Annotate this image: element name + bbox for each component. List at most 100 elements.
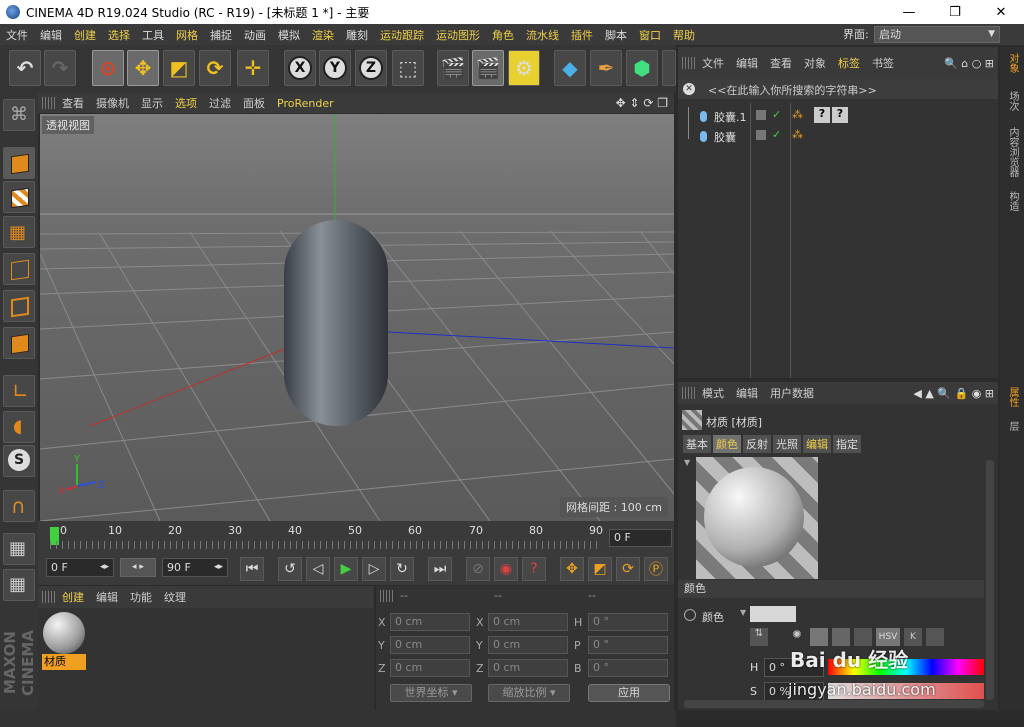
- menu-edit[interactable]: 编辑: [34, 27, 68, 43]
- attr-menu-userdata[interactable]: 用户数据: [764, 385, 820, 401]
- key-position-button[interactable]: ✥: [560, 557, 584, 581]
- vtab-objects[interactable]: 对象: [1004, 53, 1020, 73]
- menu-select[interactable]: 选择: [102, 27, 136, 43]
- vp-menu-prorender[interactable]: ProRender: [271, 97, 340, 110]
- render-settings-button[interactable]: ⚙: [508, 50, 540, 86]
- goto-end-button[interactable]: ⏭: [428, 557, 452, 581]
- end-frame-field[interactable]: 90 F ◂▸: [162, 558, 228, 577]
- tab-illumination[interactable]: 光照: [772, 434, 802, 454]
- menu-simulate[interactable]: 模拟: [272, 27, 306, 43]
- rotation-b-field[interactable]: 0 °: [588, 659, 668, 677]
- edges-mode-button[interactable]: [3, 290, 35, 322]
- render-view-button[interactable]: 🎬: [437, 50, 469, 86]
- recent-tool-button[interactable]: ✛: [237, 50, 269, 86]
- menu-snap[interactable]: 捕捉: [204, 27, 238, 43]
- object-row-capsule-1[interactable]: 胶囊.1 ✓ ⁂ ? ?: [678, 107, 998, 139]
- world-coordinates-dropdown[interactable]: 世界坐标 ▾: [390, 684, 472, 702]
- cube-object-button[interactable]: ◆: [554, 50, 586, 86]
- vp-menu-display[interactable]: 显示: [135, 95, 169, 111]
- tab-reflectance[interactable]: 反射: [742, 434, 772, 454]
- vtab-attributes[interactable]: 属性: [1004, 387, 1020, 407]
- axis-mode-button[interactable]: ∟: [3, 375, 35, 407]
- workplane-mode-button[interactable]: ▦: [3, 216, 35, 248]
- coordinate-system-button[interactable]: ⬚: [392, 50, 424, 86]
- rotation-h-field[interactable]: 0 °: [588, 613, 668, 631]
- drag-handle-icon[interactable]: [682, 57, 696, 69]
- visibility-check-icon[interactable]: ✓: [772, 108, 781, 121]
- toolbar-overflow[interactable]: [662, 50, 676, 86]
- subdivision-button[interactable]: ⬢: [626, 50, 658, 86]
- material-preview[interactable]: [696, 457, 818, 579]
- snap-button[interactable]: ∩: [3, 490, 35, 522]
- material-thumbnail[interactable]: 材质: [42, 612, 86, 672]
- attr-menu-edit[interactable]: 编辑: [730, 385, 764, 401]
- z-axis-button[interactable]: Z: [355, 50, 387, 86]
- key-scale-button[interactable]: ◩: [588, 557, 612, 581]
- texture-mode-button[interactable]: [3, 181, 35, 213]
- current-frame-field[interactable]: 0 F: [609, 529, 672, 547]
- record-active-button[interactable]: ◉: [494, 557, 518, 581]
- color-swatch[interactable]: [750, 606, 796, 622]
- chevron-down-icon[interactable]: ▼: [740, 608, 746, 617]
- drag-handle-icon[interactable]: [682, 387, 696, 399]
- menu-mograph[interactable]: 运动图形: [430, 27, 486, 43]
- scale-ratio-dropdown[interactable]: 缩放比例 ▾: [488, 684, 570, 702]
- phong-tag-icon[interactable]: ⁂: [792, 128, 803, 141]
- position-y-field[interactable]: 0 cm: [390, 636, 470, 654]
- eyedropper-icon[interactable]: ⇅: [750, 628, 768, 646]
- menu-script[interactable]: 脚本: [599, 27, 633, 43]
- timeline[interactable]: 0 10 20 30 40 50 60 70 80 90 0 F: [38, 521, 674, 551]
- menu-mesh[interactable]: 网格: [170, 27, 204, 43]
- polygons-mode-button[interactable]: [3, 327, 35, 359]
- menu-character[interactable]: 角色: [486, 27, 520, 43]
- animate-radio-icon[interactable]: [684, 609, 696, 621]
- menu-plugins[interactable]: 插件: [565, 27, 599, 43]
- redo-button[interactable]: ↷: [44, 50, 76, 86]
- vtab-content-browser[interactable]: 内容浏览器: [1004, 127, 1020, 177]
- drag-handle-icon[interactable]: [380, 590, 394, 602]
- vp-menu-view[interactable]: 查看: [56, 95, 90, 111]
- layer-icon[interactable]: [756, 110, 766, 120]
- tweak-mode-button[interactable]: ◖: [3, 411, 35, 443]
- mat-menu-texture[interactable]: 纹理: [158, 589, 192, 605]
- render-picture-viewer-button[interactable]: 🎬: [472, 50, 504, 86]
- points-mode-button[interactable]: [3, 253, 35, 285]
- attr-menu-mode[interactable]: 模式: [696, 385, 730, 401]
- close-button[interactable]: ✕: [978, 0, 1024, 24]
- menu-tools[interactable]: 工具: [136, 27, 170, 43]
- make-editable-button[interactable]: ⌘: [3, 99, 35, 131]
- prev-key-button[interactable]: ↺: [278, 557, 302, 581]
- model-mode-button[interactable]: [3, 147, 35, 179]
- play-button[interactable]: ▶: [334, 557, 358, 581]
- attr-toolbar-icons[interactable]: ◀ ▲ 🔍 🔒 ◉ ⊞: [913, 387, 994, 400]
- tab-basic[interactable]: 基本: [682, 434, 712, 454]
- size-y-field[interactable]: 0 cm: [488, 636, 568, 654]
- record-disabled-button[interactable]: ⊘: [466, 557, 490, 581]
- prev-frame-button[interactable]: ◁: [306, 557, 330, 581]
- om-menu-view[interactable]: 查看: [764, 55, 798, 71]
- start-frame-field[interactable]: 0 F ◂▸: [46, 558, 114, 577]
- key-parameter-button[interactable]: Ⓟ: [644, 557, 668, 581]
- phong-tag-icon[interactable]: ⁂: [792, 108, 803, 121]
- apply-button[interactable]: 应用: [588, 684, 670, 702]
- om-menu-edit[interactable]: 编辑: [730, 55, 764, 71]
- drag-handle-icon[interactable]: [42, 97, 56, 109]
- tab-color[interactable]: 颜色: [712, 434, 742, 454]
- x-axis-button[interactable]: X: [284, 50, 316, 86]
- menu-pipeline[interactable]: 流水线: [520, 27, 565, 43]
- drag-handle-icon[interactable]: [42, 591, 56, 603]
- menu-motion-tracking[interactable]: 运动跟踪: [374, 27, 430, 43]
- om-menu-bookmarks[interactable]: 书签: [866, 55, 900, 71]
- object-search-bar[interactable]: ✕ <<在此输入你所搜索的字符串>>: [678, 79, 998, 99]
- pen-tool-button[interactable]: ✒: [590, 50, 622, 86]
- attributes-scrollbar[interactable]: [986, 460, 994, 700]
- menu-window[interactable]: 窗口: [633, 27, 667, 43]
- next-key-button[interactable]: ↻: [390, 557, 414, 581]
- perspective-viewport[interactable]: Y Z X 透视视图 网格间距 : 100 cm: [40, 114, 674, 521]
- size-x-field[interactable]: 0 cm: [488, 613, 568, 631]
- clear-search-icon[interactable]: ✕: [683, 83, 695, 95]
- menu-animate[interactable]: 动画: [238, 27, 272, 43]
- interface-select[interactable]: 启动 ▼: [874, 26, 1000, 43]
- maximize-button[interactable]: ❐: [932, 0, 978, 24]
- viewport-nav-icons[interactable]: ✥ ⇕ ⟳ ❐: [616, 96, 668, 110]
